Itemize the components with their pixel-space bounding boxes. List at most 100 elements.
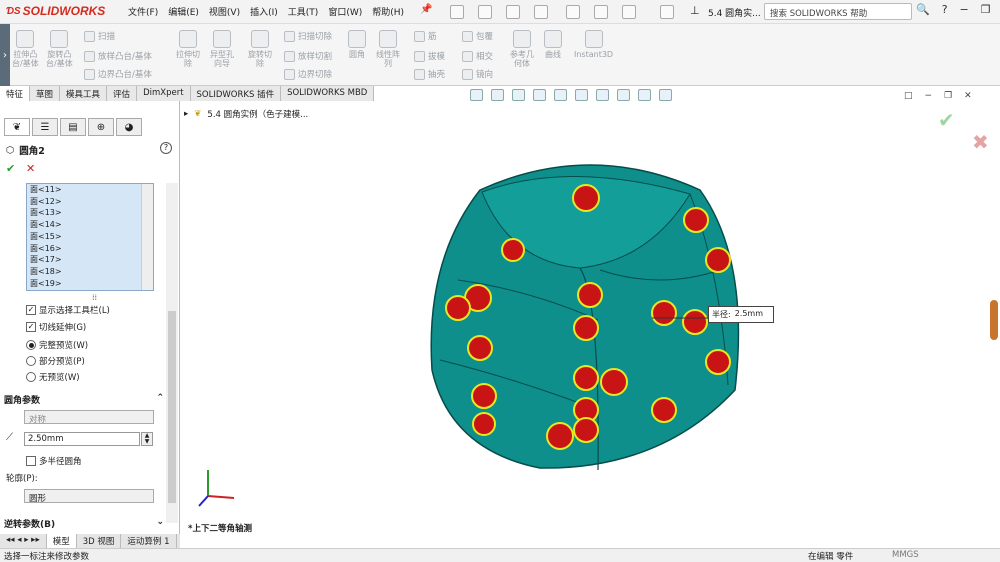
draft-button[interactable]: 拔模 <box>414 50 445 62</box>
no-preview-radio[interactable]: 无预览(W) <box>26 371 80 383</box>
nav-arrows-icon[interactable]: ◂◂ ◂ ▸ ▸▸ <box>0 534 47 548</box>
undo-icon[interactable] <box>566 5 580 19</box>
hole-wizard-button[interactable]: 异型孔 向导 <box>210 30 234 68</box>
rib-button[interactable]: 筋 <box>414 30 437 42</box>
help-search-input[interactable]: 搜索 SOLIDWORKS 帮助 <box>764 3 912 20</box>
list-item[interactable]: 面<17> <box>27 254 153 266</box>
symmetric-dropdown[interactable]: 对称 <box>24 410 154 425</box>
tab-mold-tools[interactable]: 模具工具 <box>60 86 108 101</box>
ribbon-collapse-chevron-icon[interactable]: › <box>0 24 10 86</box>
revolve-cut-button[interactable]: 旋转切 除 <box>248 30 272 68</box>
restore-icon[interactable]: ❐ <box>981 3 991 16</box>
list-item[interactable]: 面<14> <box>27 219 153 231</box>
search-icon[interactable]: 🔍 <box>916 3 930 16</box>
configuration-tab-icon[interactable]: ▤ <box>60 118 86 136</box>
help-icon[interactable]: ? <box>160 142 172 154</box>
ok-checkmark-icon[interactable]: ✔ <box>6 162 15 175</box>
shell-button[interactable]: 抽壳 <box>414 68 445 80</box>
partial-preview-radio[interactable]: 部分预览(P) <box>26 355 85 367</box>
fillet-button[interactable]: 圆角 <box>348 30 366 59</box>
faces-list-scrollbar[interactable] <box>141 184 153 290</box>
open-icon[interactable] <box>478 5 492 19</box>
menu-help[interactable]: 帮助(H) <box>372 5 404 18</box>
linear-pattern-button[interactable]: 线性阵 列 <box>376 30 400 68</box>
extrude-boss-button[interactable]: 拉伸凸 台/基体 <box>12 30 39 68</box>
intersect-button[interactable]: 相交 <box>462 50 493 62</box>
viewport-restore-icon[interactable]: □ <box>904 91 913 101</box>
pin-icon[interactable]: 📌 <box>420 4 432 15</box>
radius-spinner[interactable]: ▲ ▼ <box>141 432 153 446</box>
save-icon[interactable] <box>506 5 520 19</box>
tab-3d-views[interactable]: 3D 视图 <box>77 534 122 548</box>
panel-scrollbar[interactable] <box>166 183 178 523</box>
radius-input[interactable]: 2.50mm <box>24 432 140 446</box>
scene-icon[interactable] <box>638 89 651 101</box>
selected-faces-list[interactable]: 面<11> 面<12> 面<13> 面<14> 面<15> 面<16> 面<17… <box>26 183 154 291</box>
list-item[interactable]: 面<15> <box>27 231 153 243</box>
menu-insert[interactable]: 插入(I) <box>250 5 278 18</box>
rebuild-icon[interactable] <box>622 5 636 19</box>
tab-sketch[interactable]: 草图 <box>30 86 61 101</box>
list-item[interactable]: 面<19> <box>27 278 153 290</box>
cancel-x-icon[interactable]: ✕ <box>26 162 35 175</box>
tab-features[interactable]: 特征 <box>0 86 31 101</box>
list-item[interactable]: 面<11> <box>27 184 153 196</box>
status-units[interactable]: MMGS <box>892 550 919 560</box>
viewport-close-icon[interactable]: ✕ <box>964 91 972 101</box>
hide-show-icon[interactable] <box>596 89 609 101</box>
reverse-parameters-section[interactable]: 逆转参数(B) ⌄ <box>4 517 164 530</box>
confirm-checkmark-icon[interactable]: ✔ <box>938 108 955 132</box>
list-resize-handle-icon[interactable]: ⁞⁞ <box>92 293 97 302</box>
list-item[interactable]: 面<16> <box>27 243 153 255</box>
full-preview-radio[interactable]: 完整预览(W) <box>26 339 88 351</box>
edit-appearance-icon[interactable] <box>617 89 630 101</box>
zoom-area-icon[interactable] <box>491 89 504 101</box>
zoom-to-fit-icon[interactable] <box>470 89 483 101</box>
new-icon[interactable] <box>450 5 464 19</box>
fillet-parameters-section[interactable]: 圆角参数 ⌃ <box>4 393 164 406</box>
revolve-boss-button[interactable]: 旋转凸 台/基体 <box>46 30 73 68</box>
tangent-propagation-checkbox[interactable]: ✓ 切线延伸(G) <box>26 321 86 333</box>
callout-value[interactable]: 2.5mm <box>735 309 763 320</box>
section-view-icon[interactable] <box>533 89 546 101</box>
expand-arrow-icon[interactable]: ▸ <box>184 109 188 119</box>
tab-addins[interactable]: SOLIDWORKS 插件 <box>190 86 282 101</box>
list-item[interactable]: 面<13> <box>27 207 153 219</box>
view-orientation-icon[interactable] <box>554 89 567 101</box>
select-icon[interactable] <box>594 5 608 19</box>
extrude-cut-button[interactable]: 拉伸切 除 <box>176 30 200 68</box>
show-selection-toolbar-checkbox[interactable]: ✓ 显示选择工具栏(L) <box>26 304 110 316</box>
options-gear-icon[interactable] <box>660 5 674 19</box>
boundary-cut-button[interactable]: 边界切除 <box>284 68 332 80</box>
menu-edit[interactable]: 编辑(E) <box>168 5 199 18</box>
dimxpert-tab-icon[interactable]: ⊕ <box>88 118 114 136</box>
wrap-button[interactable]: 包覆 <box>462 30 493 42</box>
multi-radius-checkbox[interactable]: 多半径圆角 <box>26 455 82 467</box>
view-settings-icon[interactable] <box>659 89 672 101</box>
loft-boss-button[interactable]: 放样凸台/基体 <box>84 50 152 62</box>
reference-geometry-button[interactable]: 参考几 何体 <box>510 30 534 68</box>
menu-window[interactable]: 窗口(W) <box>328 5 362 18</box>
feature-tree-tab-icon[interactable]: ❦ <box>4 118 30 136</box>
boundary-boss-button[interactable]: 边界凸台/基体 <box>84 68 152 80</box>
menu-file[interactable]: 文件(F) <box>128 5 158 18</box>
feature-tree-flyout[interactable]: ▸ ❦ 5.4 圆角实例（色子建模... <box>184 108 308 120</box>
tab-model[interactable]: 模型 <box>46 534 77 548</box>
display-style-icon[interactable] <box>575 89 588 101</box>
property-manager-tab-icon[interactable]: ☰ <box>32 118 58 136</box>
instant3d-button[interactable]: Instant3D <box>574 30 613 59</box>
list-item[interactable]: 面<18> <box>27 266 153 278</box>
confirm-cancel-icon[interactable]: ✖ <box>972 130 989 154</box>
tab-evaluate[interactable]: 评估 <box>107 86 138 101</box>
display-manager-tab-icon[interactable]: ◕ <box>116 118 142 136</box>
list-item[interactable]: 面<12> <box>27 196 153 208</box>
lofted-cut-button[interactable]: 放样切割 <box>284 50 332 62</box>
radius-callout[interactable]: 半径: 2.5mm <box>708 306 774 323</box>
viewport-minimize-icon[interactable]: − <box>925 91 933 101</box>
help-question-icon[interactable]: ? <box>942 3 948 16</box>
menu-tools[interactable]: 工具(T) <box>288 5 319 18</box>
tab-mbd[interactable]: SOLIDWORKS MBD <box>281 86 375 101</box>
profile-dropdown[interactable]: 圆形 <box>24 489 154 504</box>
tab-motion-study[interactable]: 运动算例 1 <box>121 534 177 548</box>
viewport-tile-icon[interactable]: ❐ <box>944 91 952 101</box>
